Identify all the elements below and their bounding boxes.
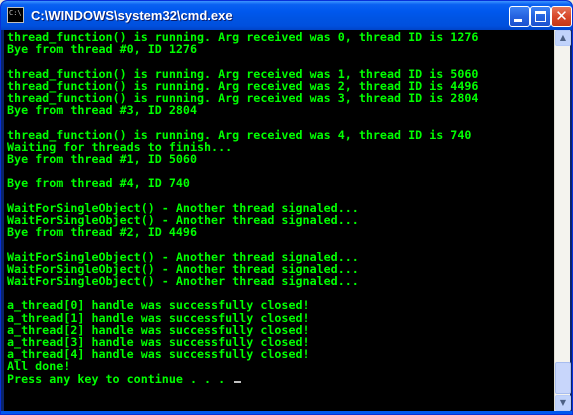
window-bottom-border xyxy=(1,411,572,414)
chevron-up-icon: ▲ xyxy=(559,33,567,42)
console-text: thread_function() is running. Arg receiv… xyxy=(4,30,554,385)
window-title: C:\WINDOWS\system32\cmd.exe xyxy=(31,8,233,23)
vertical-scrollbar[interactable]: ▲ ▼ xyxy=(554,30,571,411)
maximize-button[interactable] xyxy=(530,6,551,27)
console-line: Bye from thread #1, ID 5060 xyxy=(7,152,197,167)
text-cursor xyxy=(234,380,242,383)
maximize-icon xyxy=(535,11,546,22)
console-output[interactable]: thread_function() is running. Arg receiv… xyxy=(4,30,554,411)
scroll-up-button[interactable]: ▲ xyxy=(555,30,571,46)
close-button[interactable]: ✕ xyxy=(551,6,572,27)
scroll-down-button[interactable]: ▼ xyxy=(555,395,571,411)
console-line: Bye from thread #0, ID 1276 xyxy=(7,42,197,57)
console-line: WaitForSingleObject() - Another thread s… xyxy=(7,274,359,289)
minimize-icon xyxy=(514,19,522,22)
scroll-thumb[interactable] xyxy=(555,362,571,394)
close-icon: ✕ xyxy=(555,7,568,25)
console-line: Bye from thread #4, ID 740 xyxy=(7,176,190,191)
console-line: Press any key to continue . . . xyxy=(7,371,233,386)
cmd-app-icon[interactable]: C:\ xyxy=(7,7,24,23)
chevron-down-icon: ▼ xyxy=(559,398,567,407)
title-bar[interactable]: C:\ C:\WINDOWS\system32\cmd.exe ✕ xyxy=(1,1,572,30)
console-line: Bye from thread #2, ID 4496 xyxy=(7,225,197,240)
app-icon-text: C:\ xyxy=(9,9,22,17)
minimize-button[interactable] xyxy=(509,6,530,27)
console-line: Bye from thread #3, ID 2804 xyxy=(7,103,197,118)
cmd-window: C:\ C:\WINDOWS\system32\cmd.exe ✕ thread… xyxy=(0,0,573,415)
